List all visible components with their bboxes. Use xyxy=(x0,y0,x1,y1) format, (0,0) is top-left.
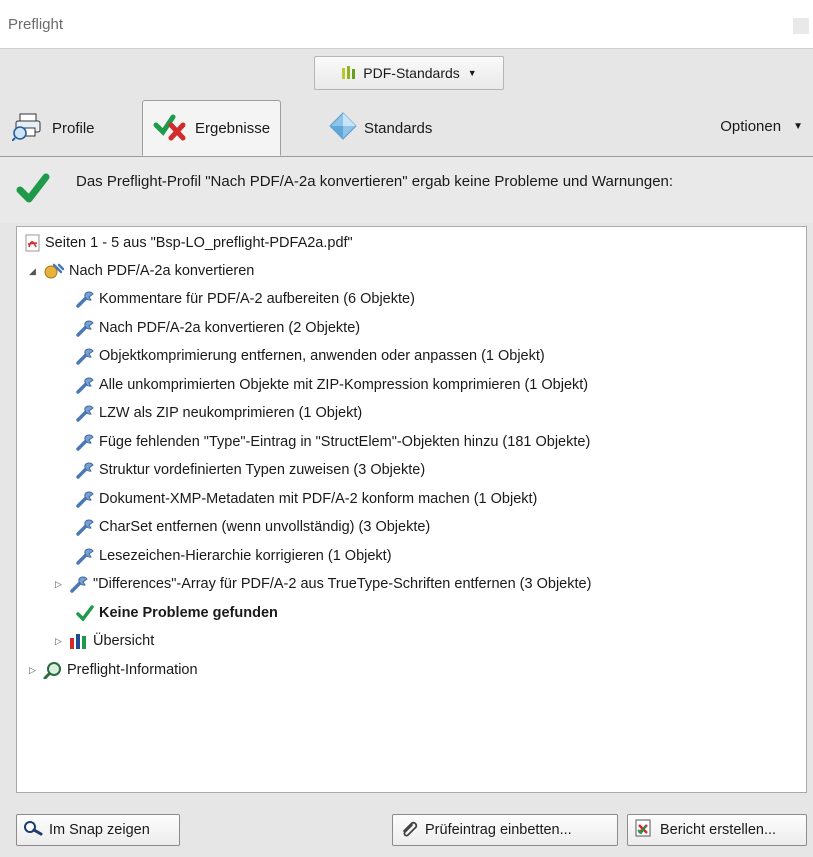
checkmark-icon xyxy=(75,604,95,622)
report-icon xyxy=(634,819,654,841)
results-tree[interactable]: Seiten 1 - 5 aus "Bsp-LO_preflight-PDFA2… xyxy=(16,226,807,793)
wrench-icon xyxy=(75,461,95,479)
fixup-item[interactable]: Nach PDF/A-2a konvertieren (2 Objekte) xyxy=(75,316,360,340)
fixup-item[interactable]: Füge fehlenden "Type"-Eintrag in "Struct… xyxy=(75,430,590,454)
tab-bar: Profile Ergebnisse Standards Optionen ▼ xyxy=(0,96,813,157)
wrench-icon xyxy=(75,518,95,536)
create-report-label: Bericht erstellen... xyxy=(660,822,777,838)
bar-chart-icon xyxy=(69,632,89,650)
close-icon[interactable] xyxy=(793,18,809,34)
title-bar: Preflight xyxy=(0,0,813,49)
checkmark-icon xyxy=(16,171,50,208)
fixup-item[interactable]: Alle unkomprimierten Objekte mit ZIP-Kom… xyxy=(75,373,588,397)
wrench-icon xyxy=(75,433,95,451)
no-problems-label: Keine Probleme gefunden xyxy=(99,605,278,621)
printer-magnifier-icon xyxy=(11,111,46,145)
fixup-label: Kommentare für PDF/A-2 aufbereiten (6 Ob… xyxy=(99,291,415,307)
pdf-standards-dropdown[interactable]: PDF-Standards ▼ xyxy=(314,56,504,90)
options-menu[interactable]: Optionen ▼ xyxy=(720,118,803,135)
fixup-label: LZW als ZIP neukomprimieren (1 Objekt) xyxy=(99,405,363,421)
collapsed-triangle-icon[interactable]: ▷ xyxy=(55,636,69,647)
show-in-snap-button[interactable]: Im Snap zeigen xyxy=(16,814,180,846)
paperclip-icon xyxy=(399,819,419,841)
profile-wrench-icon xyxy=(43,262,65,280)
collapsed-triangle-icon[interactable]: ▷ xyxy=(55,579,69,590)
wrench-icon xyxy=(69,575,89,593)
fixup-item[interactable]: Objektkomprimierung entfernen, anwenden … xyxy=(75,344,545,368)
preflight-info-item[interactable]: ▷ Preflight-Information xyxy=(29,658,198,682)
diamond-icon xyxy=(328,111,358,145)
show-in-snap-label: Im Snap zeigen xyxy=(49,822,150,838)
tab-profile[interactable]: Profile xyxy=(11,100,95,156)
chevron-down-icon: ▼ xyxy=(793,121,803,132)
check-cross-icon xyxy=(153,111,189,145)
magnifier-icon xyxy=(43,661,63,679)
wrench-icon xyxy=(75,404,95,422)
fixup-label: Lesezeichen-Hierarchie korrigieren (1 Ob… xyxy=(99,548,392,564)
summary-panel: Das Preflight-Profil "Nach PDF/A-2a konv… xyxy=(0,157,813,223)
create-report-button[interactable]: Bericht erstellen... xyxy=(627,814,807,846)
overview-item[interactable]: ▷ Übersicht xyxy=(55,629,154,653)
embed-audit-label: Prüfeintrag einbetten... xyxy=(425,822,572,838)
tab-profile-label: Profile xyxy=(52,119,95,137)
expanded-triangle-icon[interactable]: ◢ xyxy=(29,266,43,277)
tree-profile-node[interactable]: ◢ Nach PDF/A-2a konvertieren xyxy=(29,259,254,283)
fixup-item[interactable]: ▷ "Differences"-Array für PDF/A-2 aus Tr… xyxy=(55,572,591,596)
fixup-label: Füge fehlenden "Type"-Eintrag in "Struct… xyxy=(99,434,591,450)
pdf-icon xyxy=(25,234,41,252)
fixup-label: Struktur vordefinierten Typen zuweisen (… xyxy=(99,462,426,478)
wrench-icon xyxy=(75,319,95,337)
dropdown-label: PDF-Standards xyxy=(363,65,460,81)
tree-root-document[interactable]: Seiten 1 - 5 aus "Bsp-LO_preflight-PDFA2… xyxy=(25,231,353,255)
wrench-icon xyxy=(75,290,95,308)
fixup-label: Objektkomprimierung entfernen, anwenden … xyxy=(99,348,545,364)
fixup-item[interactable]: Kommentare für PDF/A-2 aufbereiten (6 Ob… xyxy=(75,287,415,311)
magnifier-icon xyxy=(23,820,43,840)
preflight-info-label: Preflight-Information xyxy=(67,662,198,678)
fixup-label: Alle unkomprimierten Objekte mit ZIP-Kom… xyxy=(99,377,589,393)
fixup-item[interactable]: Struktur vordefinierten Typen zuweisen (… xyxy=(75,458,425,482)
bars-icon xyxy=(341,64,357,83)
fixup-item[interactable]: LZW als ZIP neukomprimieren (1 Objekt) xyxy=(75,401,362,425)
fixup-label: Nach PDF/A-2a konvertieren (2 Objekte) xyxy=(99,320,361,336)
tree-profile-label: Nach PDF/A-2a konvertieren xyxy=(69,263,255,279)
no-problems-item[interactable]: Keine Probleme gefunden xyxy=(75,601,278,625)
tab-standards-label: Standards xyxy=(364,119,433,137)
tab-results[interactable]: Ergebnisse xyxy=(142,100,282,156)
fixup-label: CharSet entfernen (wenn unvollständig) (… xyxy=(99,519,431,535)
tab-results-label: Ergebnisse xyxy=(195,119,271,137)
window-title: Preflight xyxy=(8,16,64,33)
fixup-item[interactable]: CharSet entfernen (wenn unvollständig) (… xyxy=(75,515,430,539)
overview-label: Übersicht xyxy=(93,633,155,649)
embed-audit-button[interactable]: Prüfeintrag einbetten... xyxy=(392,814,618,846)
collapsed-triangle-icon[interactable]: ▷ xyxy=(29,665,43,676)
tab-standards[interactable]: Standards xyxy=(328,100,432,156)
wrench-icon xyxy=(75,547,95,565)
fixup-item[interactable]: Dokument-XMP-Metadaten mit PDF/A-2 konfo… xyxy=(75,487,537,511)
chevron-down-icon: ▼ xyxy=(467,68,477,78)
wrench-icon xyxy=(75,490,95,508)
fixup-label: Dokument-XMP-Metadaten mit PDF/A-2 konfo… xyxy=(99,491,538,507)
fixup-item[interactable]: Lesezeichen-Hierarchie korrigieren (1 Ob… xyxy=(75,544,392,568)
tree-root-label: Seiten 1 - 5 aus "Bsp-LO_preflight-PDFA2… xyxy=(45,235,353,251)
options-label: Optionen xyxy=(720,118,782,135)
wrench-icon xyxy=(75,376,95,394)
fixup-label: "Differences"-Array für PDF/A-2 aus True… xyxy=(93,576,592,592)
summary-message: Das Preflight-Profil "Nach PDF/A-2a konv… xyxy=(76,173,674,190)
wrench-icon xyxy=(75,347,95,365)
